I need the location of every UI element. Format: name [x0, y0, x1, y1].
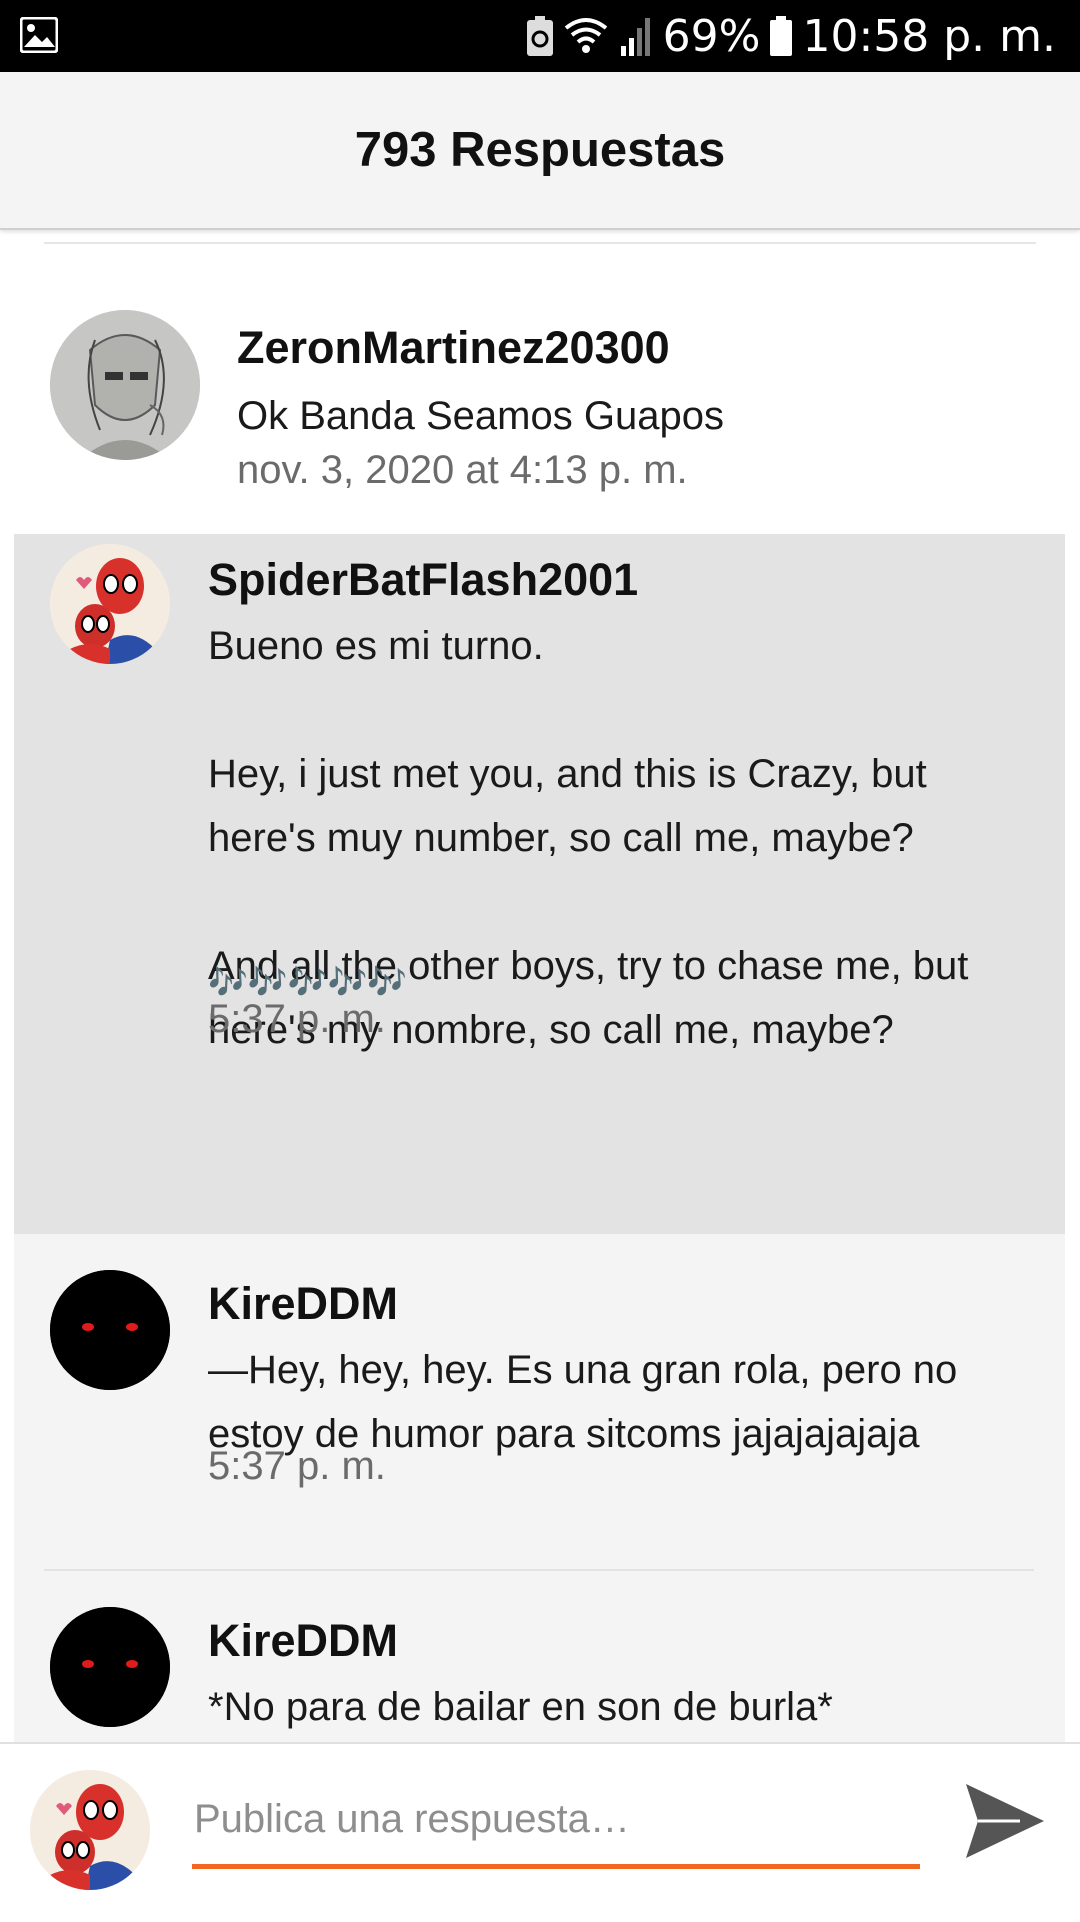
current-user-avatar[interactable]	[30, 1770, 150, 1890]
username[interactable]: ZeronMartinez20300	[237, 322, 670, 374]
username[interactable]: KireDDM	[208, 1278, 398, 1330]
spiderman-avatar-image	[50, 544, 170, 664]
battery-icon	[770, 16, 793, 56]
reply-item-highlighted[interactable]: SpiderBatFlash2001 Bueno es mi turno. He…	[14, 534, 1065, 1234]
username[interactable]: SpiderBatFlash2001	[208, 554, 638, 606]
avatar[interactable]	[50, 310, 200, 460]
avatar-sketch-image	[50, 310, 200, 460]
battery-percent: 69%	[662, 10, 761, 62]
clock: 10:58 p. m.	[802, 10, 1056, 62]
gallery-notification-icon	[20, 17, 58, 53]
replies-header: 793 Respuestas	[0, 72, 1080, 230]
page-title: 793 Respuestas	[354, 123, 726, 177]
spiderman-avatar-image	[30, 1770, 150, 1890]
reply-text: Ok Banda Seamos Guapos	[237, 394, 724, 438]
reply-text: *No para de bailar en son de burla*	[208, 1685, 833, 1729]
reply-input[interactable]	[192, 1774, 920, 1869]
wifi-icon	[564, 18, 607, 53]
reply-item[interactable]: ZeronMartinez20300 Ok Banda Seamos Guapo…	[0, 244, 1080, 544]
status-bar: 69% 10:58 p. m.	[0, 0, 1080, 72]
send-button[interactable]	[960, 1776, 1050, 1866]
reply-item[interactable]: KireDDM —Hey, hey, hey. Es una gran rola…	[14, 1234, 1065, 1574]
avatar[interactable]	[50, 1270, 170, 1390]
avatar[interactable]	[50, 544, 170, 664]
send-icon	[966, 1784, 1044, 1858]
username[interactable]: KireDDM	[208, 1615, 398, 1667]
timestamp: 5:37 p. m.	[208, 1444, 386, 1488]
avatar[interactable]	[50, 1607, 170, 1727]
timestamp: nov. 3, 2020 at 4:13 p. m.	[237, 448, 688, 492]
replies-list[interactable]: ZeronMartinez20300 Ok Banda Seamos Guapo…	[0, 230, 1080, 1742]
signal-icon	[620, 18, 650, 56]
battery-saver-icon	[526, 16, 553, 56]
red-eyes-avatar-image	[50, 1270, 170, 1390]
timestamp: 5:37 p. m.	[208, 997, 386, 1041]
reply-item[interactable]: KireDDM *No para de bailar en son de bur…	[14, 1571, 1065, 1742]
red-eyes-avatar-image	[50, 1607, 170, 1727]
reply-composer	[0, 1742, 1080, 1922]
